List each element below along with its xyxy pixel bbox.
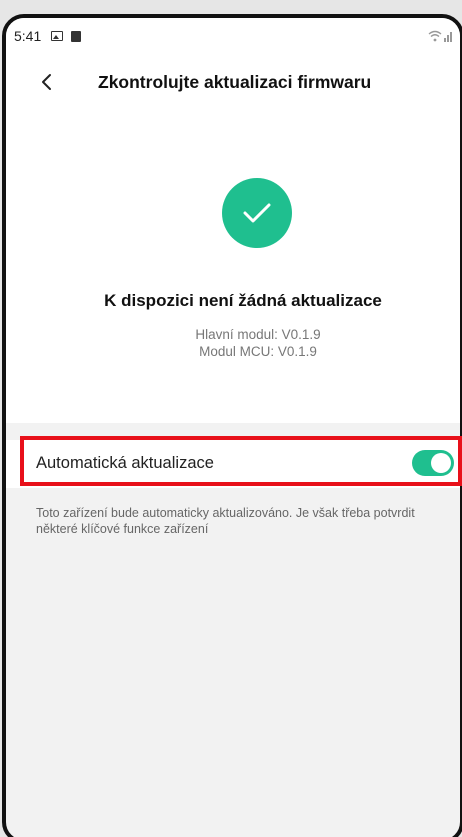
- highlight-box: [20, 436, 462, 486]
- status-bar: 5:41: [14, 26, 452, 46]
- signal-icons: [428, 30, 452, 42]
- status-time: 5:41: [14, 28, 42, 44]
- image-notification-icon: [51, 31, 64, 41]
- mcu-module-version: Modul MCU: V0.1.9: [199, 344, 317, 359]
- chevron-left-icon: [42, 74, 51, 90]
- success-badge: [222, 178, 292, 248]
- back-button[interactable]: [32, 68, 60, 96]
- auto-update-description: Toto zařízení bude automaticky aktualizo…: [36, 506, 415, 536]
- update-status-title: K dispozici není žádná aktualizace: [104, 291, 382, 310]
- cell-signal-icon: [444, 32, 452, 42]
- check-icon: [243, 203, 271, 223]
- app-header: Zkontrolujte aktualizaci firmwaru: [6, 64, 460, 100]
- shop-notification-icon: [71, 30, 82, 42]
- main-module-version: Hlavní modul: V0.1.9: [195, 327, 321, 342]
- wifi-icon: [428, 30, 442, 42]
- page-title: Zkontrolujte aktualizaci firmwaru: [98, 72, 372, 92]
- phone-frame: 5:41 Zkontrolujte aktualizaci firmwaru K…: [2, 14, 462, 837]
